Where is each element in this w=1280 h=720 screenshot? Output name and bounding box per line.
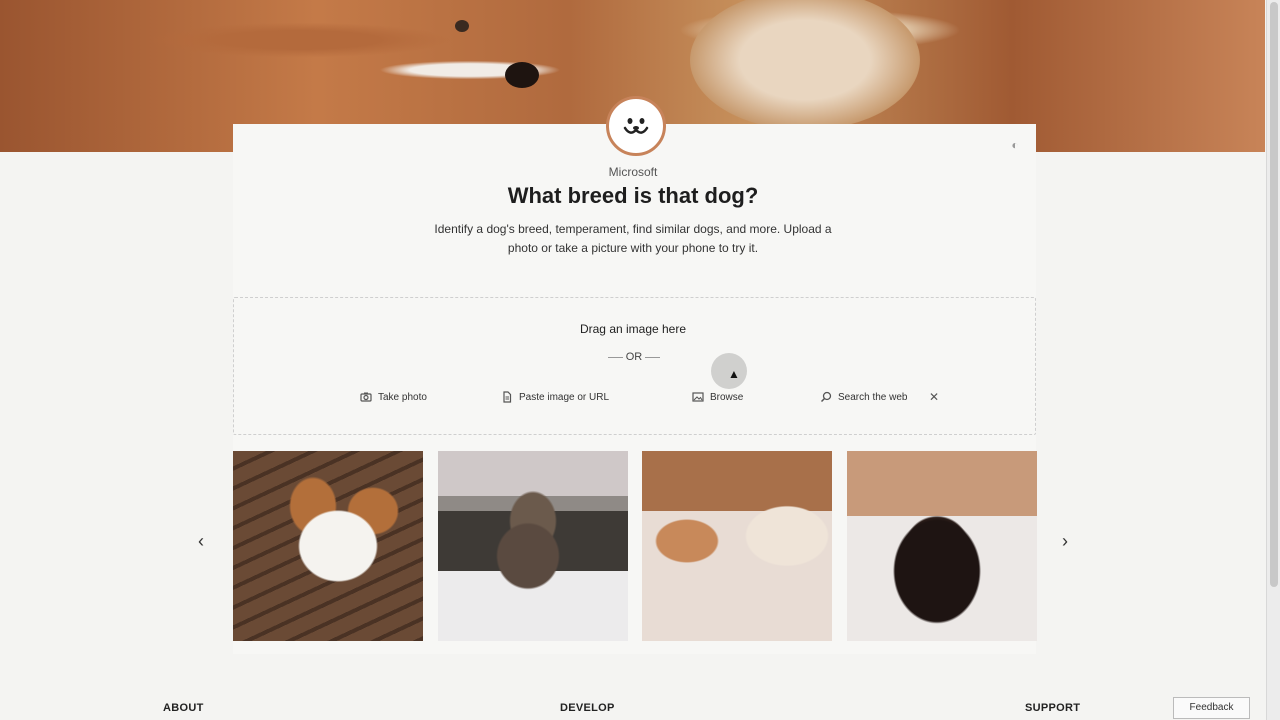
scrollbar-thumb[interactable]: [1270, 2, 1278, 587]
settings-icon[interactable]: ◐: [1008, 138, 1022, 152]
close-icon[interactable]: ✕: [929, 390, 939, 404]
paste-image-label: Paste image or URL: [519, 391, 610, 403]
brand-name: Microsoft: [608, 165, 658, 179]
sample-image-bernese-snow[interactable]: [847, 451, 1037, 641]
hero-dog-fluff: [690, 0, 920, 130]
sample-image-corgi-and-terrier[interactable]: [642, 451, 832, 641]
footer-develop[interactable]: DEVELOP: [560, 702, 615, 714]
page-title: What breed is that dog?: [507, 183, 759, 208]
or-divider: OR: [608, 351, 660, 363]
hero-dog-eye: [455, 20, 469, 32]
dog-logo-icon: [606, 96, 666, 156]
search-web-button[interactable]: Search the web: [820, 391, 908, 403]
drag-instruction: Drag an image here: [579, 322, 687, 336]
image-drop-zone[interactable]: [233, 297, 1036, 435]
camera-icon: [360, 392, 372, 402]
browse-label: Browse: [710, 391, 744, 403]
carousel-prev-button[interactable]: ‹: [198, 531, 204, 552]
paste-image-button[interactable]: Paste image or URL: [501, 391, 609, 403]
sample-image-husky-snow[interactable]: [438, 451, 628, 641]
feedback-button[interactable]: Feedback: [1173, 697, 1250, 719]
hero-dog-nose: [505, 62, 539, 88]
search-icon: [820, 391, 832, 403]
page-subtitle: Identify a dog's breed, temperament, fin…: [434, 222, 832, 255]
mouse-cursor-icon: ▲: [728, 367, 740, 381]
footer-support[interactable]: SUPPORT: [1025, 702, 1080, 714]
sample-image-puppy-spaniel[interactable]: [233, 451, 423, 641]
take-photo-label: Take photo: [378, 391, 427, 403]
or-label: OR: [625, 351, 643, 363]
search-web-label: Search the web: [838, 391, 908, 403]
document-icon: [503, 391, 512, 403]
page-scrollbar[interactable]: [1266, 0, 1280, 720]
image-icon: [692, 392, 704, 402]
browse-button[interactable]: Browse: [692, 391, 743, 403]
carousel-next-button[interactable]: ›: [1062, 531, 1068, 552]
take-photo-button[interactable]: Take photo: [360, 391, 427, 403]
footer-about[interactable]: ABOUT: [163, 702, 204, 714]
